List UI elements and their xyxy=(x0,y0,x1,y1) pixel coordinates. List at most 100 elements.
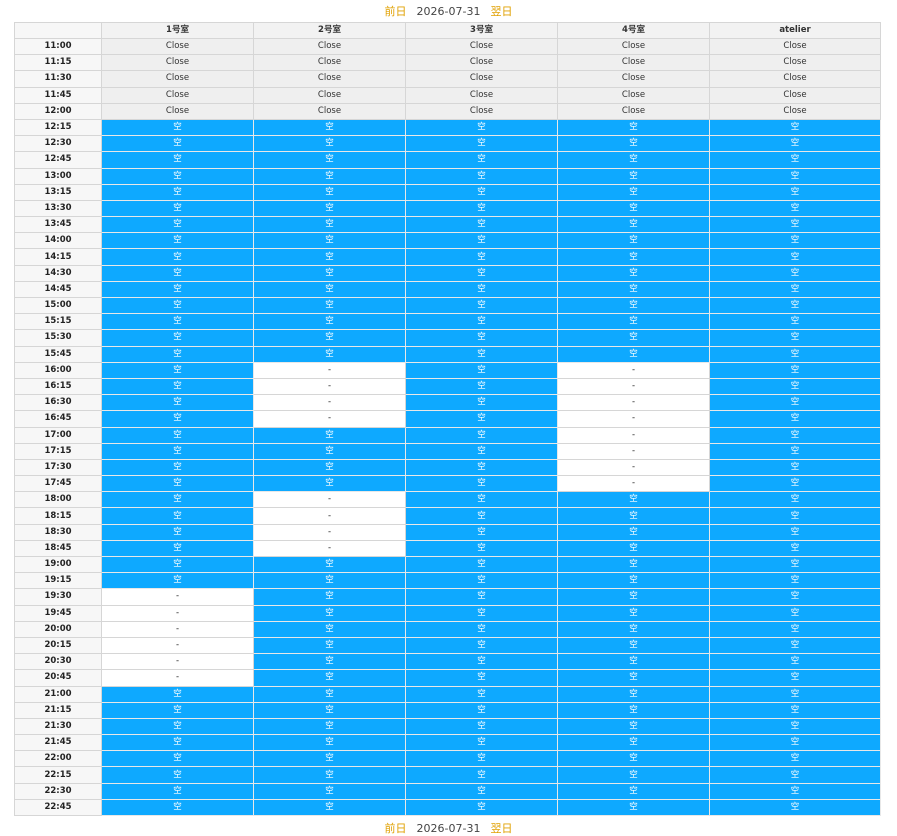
available-slot[interactable]: 空 xyxy=(101,345,254,363)
available-slot[interactable]: 空 xyxy=(557,523,710,541)
available-slot[interactable]: 空 xyxy=(709,183,881,201)
available-slot[interactable]: 空 xyxy=(557,232,710,250)
available-slot[interactable]: 空 xyxy=(709,685,881,703)
available-slot[interactable]: 空 xyxy=(557,313,710,331)
available-slot[interactable]: 空 xyxy=(253,604,406,622)
available-slot[interactable]: 空 xyxy=(253,701,406,719)
available-slot[interactable]: 空 xyxy=(709,118,881,137)
available-slot[interactable]: 空 xyxy=(101,394,254,412)
available-slot[interactable]: 空 xyxy=(101,539,254,558)
available-slot[interactable]: 空 xyxy=(709,442,881,460)
available-slot[interactable]: 空 xyxy=(253,669,406,687)
available-slot[interactable]: 空 xyxy=(709,426,881,444)
available-slot[interactable]: 空 xyxy=(709,750,881,768)
available-slot[interactable]: 空 xyxy=(557,296,710,315)
available-slot[interactable]: 空 xyxy=(405,151,558,169)
available-slot[interactable]: 空 xyxy=(557,620,710,638)
available-slot[interactable]: 空 xyxy=(405,523,558,541)
available-slot[interactable]: 空 xyxy=(557,118,710,137)
available-slot[interactable]: 空 xyxy=(101,280,254,299)
available-slot[interactable]: 空 xyxy=(253,798,406,817)
available-slot[interactable]: 空 xyxy=(405,636,558,655)
available-slot[interactable]: 空 xyxy=(709,216,881,234)
available-slot[interactable]: 空 xyxy=(253,296,406,315)
available-slot[interactable]: 空 xyxy=(101,135,254,153)
available-slot[interactable]: 空 xyxy=(405,394,558,412)
available-slot[interactable]: 空 xyxy=(253,572,406,590)
available-slot[interactable]: 空 xyxy=(557,572,710,590)
available-slot[interactable]: 空 xyxy=(709,458,881,477)
available-slot[interactable]: 空 xyxy=(405,507,558,525)
available-slot[interactable]: 空 xyxy=(405,264,558,282)
prev-day-link[interactable]: 前日 xyxy=(385,3,407,19)
available-slot[interactable]: 空 xyxy=(557,717,710,736)
available-slot[interactable]: 空 xyxy=(405,750,558,768)
available-slot[interactable]: 空 xyxy=(253,717,406,736)
available-slot[interactable]: 空 xyxy=(253,135,406,153)
available-slot[interactable]: 空 xyxy=(709,361,881,379)
available-slot[interactable]: 空 xyxy=(253,167,406,185)
available-slot[interactable]: 空 xyxy=(405,717,558,736)
available-slot[interactable]: 空 xyxy=(709,345,881,363)
available-slot[interactable]: 空 xyxy=(405,782,558,800)
available-slot[interactable]: 空 xyxy=(253,118,406,137)
available-slot[interactable]: 空 xyxy=(405,296,558,315)
available-slot[interactable]: 空 xyxy=(405,458,558,477)
available-slot[interactable]: 空 xyxy=(709,669,881,687)
available-slot[interactable]: 空 xyxy=(253,232,406,250)
available-slot[interactable]: 空 xyxy=(557,135,710,153)
available-slot[interactable]: 空 xyxy=(405,669,558,687)
available-slot[interactable]: 空 xyxy=(557,199,710,218)
available-slot[interactable]: 空 xyxy=(709,782,881,800)
available-slot[interactable]: 空 xyxy=(253,442,406,460)
available-slot[interactable]: 空 xyxy=(709,653,881,671)
available-slot[interactable]: 空 xyxy=(709,394,881,412)
available-slot[interactable]: 空 xyxy=(557,636,710,655)
available-slot[interactable]: 空 xyxy=(101,491,254,509)
available-slot[interactable]: 空 xyxy=(405,685,558,703)
available-slot[interactable]: 空 xyxy=(709,604,881,622)
available-slot[interactable]: 空 xyxy=(709,734,881,752)
available-slot[interactable]: 空 xyxy=(709,701,881,719)
available-slot[interactable]: 空 xyxy=(253,750,406,768)
available-slot[interactable]: 空 xyxy=(405,555,558,574)
available-slot[interactable]: 空 xyxy=(253,264,406,282)
available-slot[interactable]: 空 xyxy=(405,734,558,752)
available-slot[interactable]: 空 xyxy=(709,151,881,169)
available-slot[interactable]: 空 xyxy=(709,377,881,396)
available-slot[interactable]: 空 xyxy=(709,766,881,784)
available-slot[interactable]: 空 xyxy=(101,216,254,234)
available-slot[interactable]: 空 xyxy=(101,361,254,379)
available-slot[interactable]: 空 xyxy=(101,426,254,444)
available-slot[interactable]: 空 xyxy=(253,345,406,363)
available-slot[interactable]: 空 xyxy=(405,199,558,218)
available-slot[interactable]: 空 xyxy=(405,491,558,509)
available-slot[interactable]: 空 xyxy=(557,507,710,525)
available-slot[interactable]: 空 xyxy=(557,653,710,671)
available-slot[interactable]: 空 xyxy=(709,313,881,331)
available-slot[interactable]: 空 xyxy=(101,750,254,768)
available-slot[interactable]: 空 xyxy=(101,248,254,266)
available-slot[interactable]: 空 xyxy=(709,232,881,250)
available-slot[interactable]: 空 xyxy=(101,183,254,201)
available-slot[interactable]: 空 xyxy=(709,798,881,817)
available-slot[interactable]: 空 xyxy=(557,183,710,201)
available-slot[interactable]: 空 xyxy=(253,280,406,299)
available-slot[interactable]: 空 xyxy=(101,507,254,525)
available-slot[interactable]: 空 xyxy=(405,798,558,817)
available-slot[interactable]: 空 xyxy=(709,491,881,509)
available-slot[interactable]: 空 xyxy=(709,636,881,655)
available-slot[interactable]: 空 xyxy=(101,410,254,428)
available-slot[interactable]: 空 xyxy=(405,167,558,185)
available-slot[interactable]: 空 xyxy=(405,653,558,671)
available-slot[interactable]: 空 xyxy=(405,135,558,153)
available-slot[interactable]: 空 xyxy=(709,199,881,218)
available-slot[interactable]: 空 xyxy=(253,458,406,477)
available-slot[interactable]: 空 xyxy=(709,475,881,493)
available-slot[interactable]: 空 xyxy=(405,377,558,396)
available-slot[interactable]: 空 xyxy=(405,280,558,299)
available-slot[interactable]: 空 xyxy=(101,232,254,250)
available-slot[interactable]: 空 xyxy=(101,377,254,396)
available-slot[interactable]: 空 xyxy=(405,426,558,444)
available-slot[interactable]: 空 xyxy=(405,572,558,590)
